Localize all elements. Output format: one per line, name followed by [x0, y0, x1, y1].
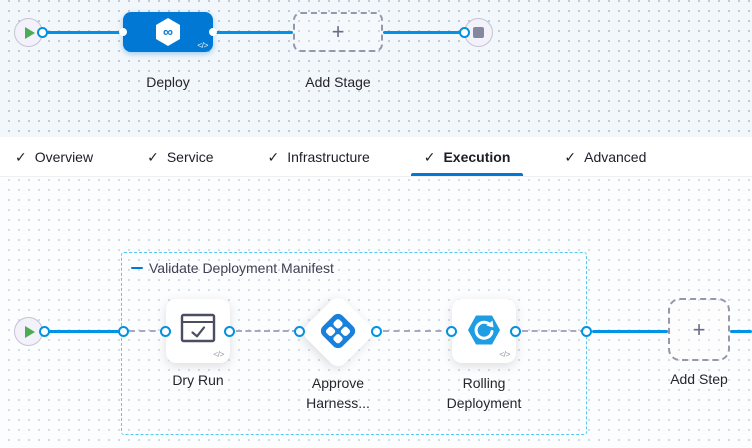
add-stage-button[interactable]: + — [293, 12, 383, 52]
edge-addstep-out — [730, 330, 752, 333]
dryrun-left-port[interactable] — [160, 326, 171, 337]
step-node-rolling-deployment[interactable]: </> — [452, 299, 516, 363]
end-connector-port[interactable] — [459, 27, 470, 38]
edge-deploy-to-addstage — [213, 31, 293, 34]
tab-service[interactable]: ✓ Service — [134, 137, 226, 176]
dryrun-right-port[interactable] — [224, 326, 235, 337]
add-stage-label: Add Stage — [293, 72, 383, 92]
group-exit-port[interactable] — [581, 326, 592, 337]
code-toggle-icon: </> — [197, 40, 208, 50]
tab-overview[interactable]: ✓ Overview — [2, 137, 106, 176]
rolling-right-port[interactable] — [510, 326, 521, 337]
stage-node-deploy[interactable]: ∞ </> — [123, 12, 213, 52]
check-icon: ✓ — [15, 150, 27, 164]
check-icon: ✓ — [268, 150, 280, 164]
rolling-deployment-icon — [466, 312, 502, 348]
play-icon — [25, 326, 35, 338]
approve-right-port[interactable] — [371, 326, 382, 337]
svg-text:∞: ∞ — [163, 24, 173, 40]
code-toggle-icon: </> — [499, 349, 510, 359]
play-icon — [25, 27, 35, 39]
check-icon: ✓ — [147, 150, 159, 164]
stage-config-tabbar: ✓ Overview ✓ Service ✓ Infrastructure ✓ … — [0, 137, 752, 177]
start-connector-port[interactable] — [37, 27, 48, 38]
edge-start-to-group — [44, 330, 122, 333]
code-toggle-icon: </> — [213, 349, 224, 359]
approve-left-port[interactable] — [294, 326, 305, 337]
tab-advanced[interactable]: ✓ Advanced — [551, 137, 659, 176]
step-label-approve: Approve Harness... — [293, 373, 383, 413]
check-icon: ✓ — [424, 150, 436, 164]
edge-start-to-deploy — [42, 31, 125, 34]
dry-run-icon — [180, 313, 216, 345]
harness-pipeline-icon: ∞ — [154, 17, 182, 47]
tab-execution[interactable]: ✓ Execution — [411, 137, 524, 176]
deploy-left-port — [119, 28, 127, 36]
plus-icon: + — [693, 319, 706, 341]
stop-icon — [473, 27, 484, 38]
execution-canvas[interactable]: Validate Deployment Manifest </> Dry Run — [0, 177, 752, 448]
stage-label-deploy: Deploy — [123, 72, 213, 92]
step-group-header[interactable]: Validate Deployment Manifest — [131, 260, 334, 276]
pipeline-studio: ∞ </> Deploy + Add Stage ✓ Overview ✓ Se… — [0, 0, 752, 448]
deploy-right-port — [209, 28, 217, 36]
tab-infrastructure[interactable]: ✓ Infrastructure — [255, 137, 383, 176]
add-step-button[interactable]: + — [668, 298, 730, 361]
edge-addstage-to-end — [383, 31, 464, 34]
plus-icon: + — [332, 21, 345, 43]
execution-start-port[interactable] — [39, 326, 50, 337]
stage-canvas[interactable]: ∞ </> Deploy + Add Stage — [0, 0, 752, 137]
check-icon: ✓ — [564, 150, 576, 164]
group-entry-port[interactable] — [118, 326, 129, 337]
active-tab-indicator — [411, 173, 524, 176]
step-label-dry-run: Dry Run — [138, 370, 258, 390]
collapse-group-icon[interactable] — [131, 267, 143, 270]
rolling-left-port[interactable] — [446, 326, 457, 337]
step-node-dry-run[interactable]: </> — [166, 299, 230, 363]
edge-group-to-addstep — [592, 330, 668, 333]
step-label-rolling-deployment: Rolling Deployment — [429, 373, 539, 413]
add-step-label: Add Step — [649, 369, 749, 389]
step-group-title: Validate Deployment Manifest — [149, 260, 334, 276]
harness-approval-icon — [318, 311, 358, 351]
